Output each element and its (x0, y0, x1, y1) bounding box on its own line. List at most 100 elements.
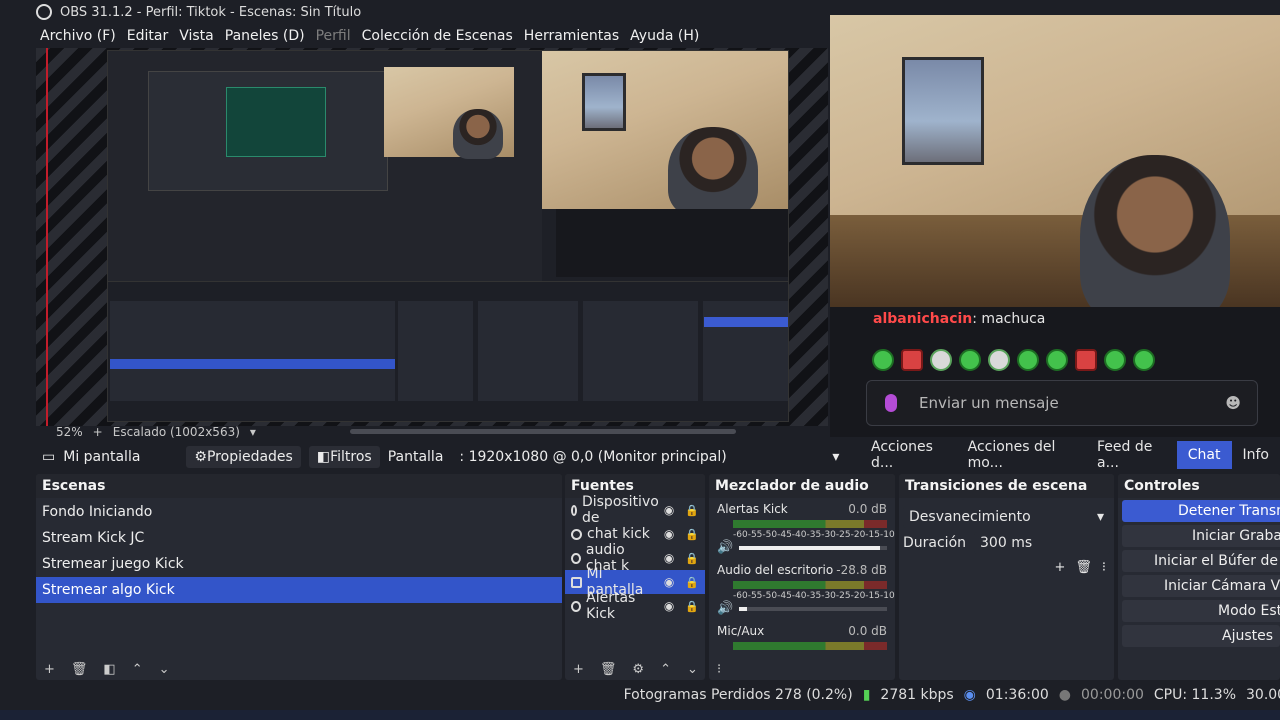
eye-icon[interactable]: ◉ (664, 575, 674, 589)
studio-mode-button[interactable]: Modo Estudio (1122, 600, 1280, 622)
tab-acciones[interactable]: Acciones d... (860, 433, 957, 477)
preview-scrollbar[interactable] (350, 429, 736, 434)
eye-icon[interactable]: ◉ (664, 551, 674, 565)
chat-username: albanichacin (873, 311, 973, 327)
settings-button[interactable]: Ajustes (1122, 625, 1280, 647)
emote-icon (901, 349, 923, 371)
menu-ayuda[interactable]: Ayuda (H) (630, 28, 699, 44)
filters-label: Filtros (330, 449, 372, 465)
stop-streaming-button[interactable]: Detener Transmisión (1122, 500, 1280, 522)
lock-icon[interactable]: 🔒 (685, 600, 699, 613)
lock-icon[interactable]: 🔒 (685, 576, 699, 589)
volume-slider[interactable] (739, 606, 887, 611)
scene-item[interactable]: Stremear juego Kick (36, 551, 562, 577)
scaling-label[interactable]: Escalado (1002x563) (113, 425, 240, 439)
emote-icon (1046, 349, 1068, 371)
display-label: Pantalla (387, 449, 444, 465)
properties-button[interactable]: ⚙Propiedades (186, 446, 301, 468)
lock-icon[interactable]: 🔒 (685, 528, 699, 541)
emoji-icon[interactable]: ☻ (1225, 394, 1241, 412)
scene-item[interactable]: Fondo Iniciando (36, 499, 562, 525)
eye-icon[interactable]: ◉ (664, 527, 674, 541)
replay-buffer-button[interactable]: Iniciar el Búfer de Repetición (1122, 550, 1280, 572)
duration-input[interactable]: 300 ms (974, 532, 1110, 554)
lock-icon[interactable]: 🔒 (685, 552, 699, 565)
menu-vista[interactable]: Vista (179, 28, 214, 44)
trash-icon[interactable]: 🗑 (600, 662, 617, 677)
volume-meter (733, 520, 887, 528)
volume-meter (733, 581, 887, 589)
sources-footer: + 🗑 ⚙ ⌃ ⌄ (565, 658, 705, 680)
emote-icon (1133, 349, 1155, 371)
obs-logo-icon (36, 4, 52, 20)
mixer-menu-icon[interactable]: ⁝ (717, 662, 721, 677)
bitrate: 2781 kbps (880, 687, 954, 703)
menu-bar: Archivo (F) Editar Vista Paneles (D) Per… (0, 24, 830, 48)
channel-name: Alertas Kick (717, 502, 788, 516)
chevron-down-icon[interactable]: ⌄ (687, 662, 698, 677)
chat-input[interactable]: Enviar un mensaje ☻ (866, 380, 1258, 426)
lock-icon[interactable]: 🔒 (685, 504, 699, 517)
add-icon[interactable]: + (1054, 560, 1065, 575)
zoom-level[interactable]: 52% (56, 425, 83, 439)
tab-feed[interactable]: Feed de a... (1086, 433, 1177, 477)
scene-item-selected[interactable]: Stremear algo Kick (36, 577, 562, 603)
add-icon[interactable]: + (573, 662, 584, 677)
channel-db: 0.0 dB (848, 624, 887, 638)
filters-button[interactable]: ◧Filtros (308, 446, 380, 468)
channel-name: Audio del escritorio (717, 563, 834, 577)
selected-source-name: Mi pantalla (63, 449, 141, 465)
sources-dock: Fuentes Dispositivo de ◉ 🔒 chat kick ◉ 🔒 aud… (565, 474, 705, 680)
camera-icon (571, 504, 577, 516)
status-bar: Fotogramas Perdidos 278 (0.2%) ▮ 2781 kb… (0, 684, 1280, 706)
virtual-camera-button[interactable]: Iniciar Cámara Virtual (1122, 575, 1280, 597)
gear-icon[interactable]: ⚙ (632, 662, 644, 677)
chevron-up-icon[interactable]: ⌃ (660, 662, 671, 677)
duration-value: 300 ms (980, 535, 1033, 551)
chevron-down-icon[interactable]: ⌄ (159, 662, 170, 677)
tab-info[interactable]: Info (1232, 441, 1280, 469)
mixer-footer: ⁝ (709, 658, 895, 680)
speaker-icon[interactable]: 🔊 (717, 540, 733, 555)
trash-icon[interactable]: 🗑 (71, 662, 88, 677)
eye-icon[interactable]: ◉ (664, 599, 674, 613)
chevron-down-icon[interactable]: ▾ (250, 425, 256, 439)
webcam-feed (830, 15, 1280, 307)
controls-dock: Controles Detener Transmisión Iniciar Gr… (1118, 474, 1280, 680)
transition-select[interactable]: Desvanecimiento ▾ (903, 506, 1110, 528)
source-item[interactable]: Alertas Kick ◉ 🔒 (565, 590, 705, 622)
source-label: Alertas Kick (586, 590, 636, 622)
volume-slider[interactable] (739, 545, 887, 550)
cpu-usage: CPU: 11.3% (1153, 687, 1236, 703)
rec-time: 00:00:00 (1081, 687, 1144, 703)
menu-herramientas[interactable]: Herramientas (524, 28, 619, 44)
menu-coleccion[interactable]: Colección de Escenas (362, 28, 513, 44)
speaker-icon[interactable]: 🔊 (717, 601, 733, 616)
start-recording-button[interactable]: Iniciar Grabación (1122, 525, 1280, 547)
menu-paneles[interactable]: Paneles (D) (225, 28, 305, 44)
tab-chat[interactable]: Chat (1176, 441, 1232, 469)
chat-message: albanichacin: machuca (873, 311, 1045, 327)
microphone-icon (885, 394, 897, 412)
more-icon[interactable]: ⁝ (1102, 560, 1106, 575)
emote-icon (988, 349, 1010, 371)
menu-editar[interactable]: Editar (127, 28, 168, 44)
duration-label: Duración (903, 535, 967, 551)
mixer-header: Mezclador de audio (709, 474, 895, 498)
zoom-in-icon[interactable]: + (93, 425, 103, 439)
display-select[interactable]: : 1920x1080 @ 0,0 (Monitor principal) ▾ (453, 446, 845, 468)
eye-icon[interactable]: ◉ (664, 503, 674, 517)
audio-mixer-dock: Mezclador de audio Alertas Kick 0.0 dB -6… (709, 474, 895, 680)
properties-label: Propiedades (206, 449, 293, 465)
scene-item[interactable]: Stream Kick JC (36, 525, 562, 551)
trash-icon[interactable]: 🗑 (1075, 560, 1092, 575)
chevron-up-icon[interactable]: ⌃ (132, 662, 143, 677)
menu-perfil[interactable]: Perfil (316, 28, 351, 44)
add-icon[interactable]: + (44, 662, 55, 677)
source-label: Dispositivo de (581, 494, 659, 526)
tab-acciones-mod[interactable]: Acciones del mo... (957, 433, 1086, 477)
emote-icon (1075, 349, 1097, 371)
filter-icon[interactable]: ◧ (103, 662, 115, 677)
menu-archivo[interactable]: Archivo (F) (40, 28, 116, 44)
source-item[interactable]: Dispositivo de ◉ 🔒 (565, 494, 705, 526)
